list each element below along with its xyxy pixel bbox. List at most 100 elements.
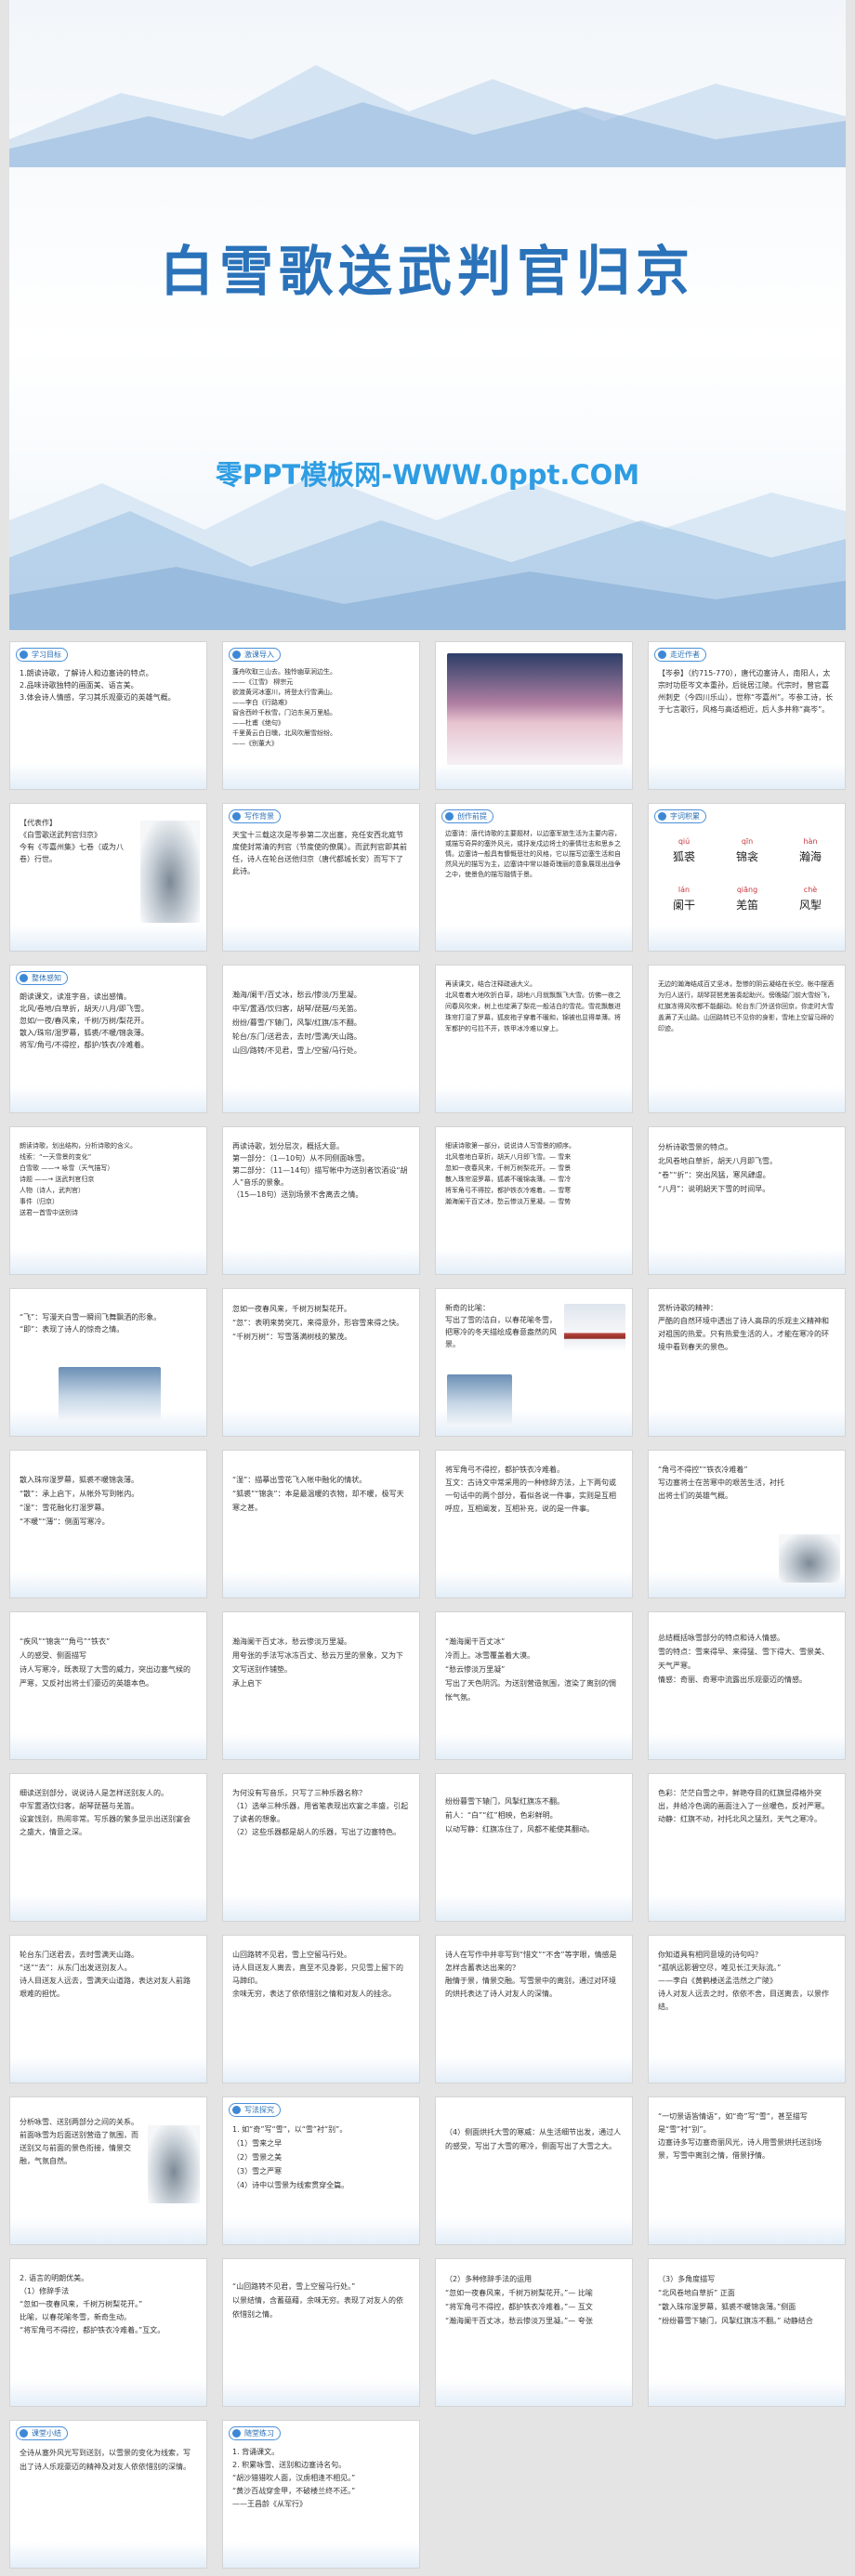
slide-text: “瀚海阑干百丈冰” 冷而上。冰雪覆盖着大漠。 “愁云惨淡万里凝” 写出了天色阴沉… [445,1637,616,1702]
slide-text: 细读送别部分，说说诗人是怎样送别友人的。 中军置酒饮归客，胡琴琵琶与羌笛。 设宴… [20,1789,191,1836]
pinyin: qiāng [736,886,758,894]
slide-thumbnail[interactable]: 写法探究 1. 如“奇”写“雪”，以“雪”衬“别”。 （1）雪来之早 （2）雪景… [222,2096,420,2245]
slide-thumbnail[interactable]: “山回路转不见君，雪上空留马行处。” 以景结情，含蓄蕴藉，余味无穷。表现了对友人… [222,2258,420,2407]
slide-thumbnail[interactable]: 细读诗歌第一部分，说说诗人写雪景的顺序。 北风卷地白草折，胡天八月即飞雪。— 雪… [435,1126,633,1275]
slide-thumbnail[interactable]: 课堂小结 全诗从塞外风光写到送别，以雪景的变化为线索，写出了诗人乐观豪迈的精神及… [9,2420,207,2569]
slide-thumbnail[interactable]: 山回路转不见君，雪上空留马行处。 诗人目送友人离去，直至不见身影，只见雪上留下的… [222,1935,420,2083]
slide-thumbnail[interactable]: 激课导入 蓬舟吹取三山去。独怜幽草涧边生。 ——《江雪》 柳宗元 欲渡黄河冰塞川… [222,641,420,790]
vocab-word: 羌笛 [735,899,758,912]
section-tag: 学习目标 [16,648,68,662]
slide-thumbnail[interactable]: 随堂练习 1. 背诵课文。 2. 积累咏雪、送别和边塞诗名句。 “胡沙猎猎吹人面… [222,2420,420,2569]
slide-text: 1.朗读诗歌，了解诗人和边塞诗的特点。 2.品味诗歌独特的画面美、语言美。 3.… [20,669,176,702]
slide-thumbnail[interactable]: “湿”：描摹出雪花飞入帐中融化的情状。 “狐裘”“锦衾”：本是最温暖的衣物，却不… [222,1450,420,1598]
vocab-word: 狐裘 [672,850,695,863]
title-slide: 白雪歌送武判官归京 零PPT模板网-WWW.0ppt.COM [9,0,846,630]
mountain-top-decoration [9,65,846,167]
slide-text: 1. 背诵课文。 2. 积累咏雪、送别和边塞诗名句。 “胡沙猎猎吹人面，汉虏相逢… [232,2448,356,2508]
slide-thumbnail[interactable]: 再读诗歌，划分层次，概括大意。 第一部分：（1—10句）从不同侧面咏雪。 第二部… [222,1126,420,1275]
slide-text: 纷纷暮雪下辕门，风掣红旗冻不翻。 前人：“白”“红”相映，色彩鲜明。 以动写静：… [445,1797,594,1833]
slide-thumbnail[interactable]: 赏析诗歌的精神： 严酷的自然环境中透出了诗人高昂的乐观主义精神和对祖国的热爱。只… [648,1288,846,1437]
slide-thumbnail[interactable]: 色彩：茫茫白雪之中，鲜艳夺目的红旗显得格外突出，并给冷色调的画面注入了一丝暖色，… [648,1773,846,1922]
slide-thumbnail[interactable]: 无边的瀚海结成百丈坚冰，愁惨的阴云凝结在长空。帐中摆酒为归人送行，胡琴琵琶羌笛奏… [648,965,846,1113]
snow-tree-image [447,1374,512,1426]
slide-thumbnail[interactable]: 瀚海阑干百丈冰，愁云惨淡万里凝。 用夸张的手法写冰冻百丈、愁云万里的景象，又为下… [222,1611,420,1760]
slide-thumbnail[interactable]: 细读送别部分，说说诗人是怎样送别友人的。 中军置酒饮归客，胡琴琵琶与羌笛。 设宴… [9,1773,207,1922]
section-tag: 创作前提 [441,809,493,823]
slide-text: “飞”：写漫天白雪一瞬间飞舞飘洒的形象。 “即”：表现了诗人的惊奇之情。 [20,1313,162,1334]
slide-text: 将军角弓不得控，都护铁衣冷难着。 互文：古诗文中常采用的一种修辞方法，上下两句或… [445,1465,616,1513]
slide-thumbnail[interactable]: 你知道具有相同意境的诗句吗？ “孤帆远影碧空尽，唯见长江天际流。” ——李白《黄… [648,1935,846,2083]
snowfall-image [59,1367,161,1421]
slide-text: 2. 语言的明朗优美。 （1）修辞手法 “忽如一夜春风来，千树万树梨花开。” 比… [20,2274,165,2334]
slide-thumbnail[interactable]: 诗人在写作中并非写到“惜文”“不舍”等字眼，情感是怎样含蓄表达出来的？ 融情于景… [435,1935,633,2083]
slide-thumbnail[interactable]: 总结概括咏雪部分的特点和诗人情感。 雪的特点：雪来得早、来得猛、雪下得大、雪景美… [648,1611,846,1760]
pinyin: qīn [741,837,754,846]
slide-text: 再读诗歌，划分层次，概括大意。 第一部分：（1—10句）从不同侧面咏雪。 第二部… [232,1142,408,1199]
slide-text: 分析咏雪、送别两部分之间的关系。 前面咏雪为后面送别营造了氛围，而送别又与前面的… [20,2118,138,2165]
slide-thumbnail[interactable]: 创作前提 边塞诗：唐代诗歌的主要题材，以边塞军旅生活为主要内容，或描写奇异的塞外… [435,803,633,952]
slide-thumbnail[interactable]: （4）侧面烘托大雪的寒威：从生活细节出发，通过人的感受，写出了大雪的寒冷，侧面写… [435,2096,633,2245]
vocab-word: 瀚海 [798,850,822,863]
slide-thumbnail[interactable]: 2. 语言的明朗优美。 （1）修辞手法 “忽如一夜春风来，千树万树梨花开。” 比… [9,2258,207,2407]
slide-text: （3）多角度描写 “北风卷地白草折” 正面 “散入珠帘湿罗幕，狐裘不暖锦衾薄。”… [658,2275,813,2325]
slide-text: 边塞诗：唐代诗歌的主要题材，以边塞军旅生活为主要内容，或描写奇异的塞外风光，或抒… [445,830,621,878]
slide-text: （4）侧面烘托大雪的寒威：从生活细节出发，通过人的感受，写出了大雪的寒冷，侧面写… [445,2128,622,2150]
slide-text: 再读课文，结合注释疏通大义。 北风卷着大地吹折白草，胡地八月就飘飘飞大雪。仿佛一… [445,980,621,1032]
slide-thumbnail[interactable]: 再读课文，结合注释疏通大义。 北风卷着大地吹折白草，胡地八月就飘飘飞大雪。仿佛一… [435,965,633,1113]
pinyin: hàn [803,837,818,846]
mountain-bottom-decoration [9,474,846,630]
slide-thumbnail[interactable]: 写作背景 天宝十三载这次是岑参第二次出塞，充任安西北庭节度使封常清的判官（节度使… [222,803,420,952]
slide-thumbnail[interactable]: “角弓不得控”“铁衣冷难着” 写边塞将士在苦寒中的艰苦生活，衬托出将士们的英雄气… [648,1450,846,1598]
slide-text: 总结概括咏雪部分的特点和诗人情感。 雪的特点：雪来得早、来得猛、雪下得大、雪景美… [658,1634,829,1684]
slide-text: 散入珠帘湿罗幕，狐裘不暖锦衾薄。 “散”：承上启下，从帐外写到帐内。 “湿”：雪… [20,1476,139,1526]
slide-text: 【岑参】（约715-770），唐代边塞诗人，南阳人，太宗时功臣岑文本重孙，后徙居… [658,669,834,714]
slide-thumbnail[interactable]: 将军角弓不得控，都护铁衣冷难着。 互文：古诗文中常采用的一种修辞方法，上下两句或… [435,1450,633,1598]
slide-thumbnail[interactable]: （3）多角度描写 “北风卷地白草折” 正面 “散入珠帘湿罗幕，狐裘不暖锦衾薄。”… [648,2258,846,2407]
slide-thumbnail[interactable]: 为何没有写音乐，只写了三种乐器名称？ （1）选举三种乐器，用省笔表现出欢宴之丰盛… [222,1773,420,1922]
slide-text: 轮台东门送君去，去时雪满天山路。 “送”“去”：从东门出发送别友人。 诗人目送友… [20,1951,191,1998]
slide-text: 无边的瀚海结成百丈坚冰，愁惨的阴云凝结在长空。帐中摆酒为归人送行，胡琴琵琶羌笛奏… [658,980,834,1032]
snow-mountain-image [447,653,623,765]
slide-thumbnail[interactable]: 轮台东门送君去，去时雪满天山路。 “送”“去”：从东门出发送别友人。 诗人目送友… [9,1935,207,2083]
slide-thumbnail[interactable]: “飞”：写漫天白雪一瞬间飞舞飘洒的形象。 “即”：表现了诗人的惊奇之情。 [9,1288,207,1437]
ink-landscape-image [779,1534,840,1583]
slide-thumbnail[interactable]: “瀚海阑干百丈冰” 冷而上。冰雪覆盖着大漠。 “愁云惨淡万里凝” 写出了天色阴沉… [435,1611,633,1760]
section-tag: 走近作者 [654,648,706,662]
vocab-word: 锦衾 [735,850,758,863]
section-tag: 整体感知 [16,971,68,985]
slide-text: 全诗从塞外风光写到送别，以雪景的变化为线索，写出了诗人乐观豪迈的精神及对友人依依… [20,2449,191,2471]
slide-text: 你知道具有相同意境的诗句吗？ “孤帆远影碧空尽，唯见长江天际流。” ——李白《黄… [658,1951,829,2011]
hero-subtitle: 零PPT模板网-WWW.0ppt.COM [215,459,640,491]
slide-thumbnail[interactable] [435,641,633,790]
slide-text: 赏析诗歌的精神： 严酷的自然环境中透出了诗人高昂的乐观主义精神和对祖国的热爱。只… [658,1304,829,1351]
slide-text: 1. 如“奇”写“雪”，以“雪”衬“别”。 （1）雪来之早 （2）雪景之美 （3… [232,2125,349,2189]
pinyin: qiú [677,837,691,846]
slide-thumbnail[interactable]: 字词积累 qiú 狐裘 qīn 锦衾 hàn 瀚海 lán 阑干 qiāng 羌… [648,803,846,952]
slide-thumbnail[interactable]: 学习目标 1.朗读诗歌，了解诗人和边塞诗的特点。 2.品味诗歌独特的画面美、语言… [9,641,207,790]
section-tag: 随堂练习 [229,2426,281,2440]
slide-thumbnail[interactable]: 走近作者 【岑参】（约715-770），唐代边塞诗人，南阳人，太宗时功臣岑文本重… [648,641,846,790]
slide-text: “一切景语皆情语”，如“奇”写“雪”，甚至描写是“雪”衬“别”。 边塞诗多写边塞… [658,2112,822,2160]
slide-thumbnail[interactable]: 【代表作】 《白雪歌送武判官归京》 今有《岑嘉州集》七卷（或为八卷）行世。 [9,803,207,952]
vocab-word: 阑干 [672,899,695,912]
hero-title: 白雪歌送武判官归京 [159,240,695,303]
pinyin: chè [803,886,818,894]
slide-thumbnail[interactable]: 分析咏雪、送别两部分之间的关系。 前面咏雪为后面送别营造了氛围，而送别又与前面的… [9,2096,207,2245]
slide-text: 蓬舟吹取三山去。独怜幽草涧边生。 ——《江雪》 柳宗元 欲渡黄河冰塞川，将登太行… [232,668,336,747]
section-tag: 写法探究 [229,2103,281,2117]
slide-thumbnail[interactable]: 新奇的比喻： 写出了雪的洁白，以春花喻冬雪，把寒冷的冬天描绘成春意盎然的风景。 [435,1288,633,1437]
slide-text: 色彩：茫茫白雪之中，鲜艳夺目的红旗显得格外突出，并给冷色调的画面注入了一丝暖色，… [658,1789,829,1823]
slide-thumbnail[interactable]: “一切景语皆情语”，如“奇”写“雪”，甚至描写是“雪”衬“别”。 边塞诗多写边塞… [648,2096,846,2245]
slide-thumbnail[interactable]: 瀚海/阑干/百丈冰，愁云/惨淡/万里凝。 中军/置酒/饮归客，胡琴/琵琶/与羌笛… [222,965,420,1113]
section-tag: 激课导入 [229,648,281,662]
slide-thumbnail[interactable]: 朗读诗歌，划出结构，分析诗歌的含义。 线索：“一天雪景的变化” 白雪歌 ——→ … [9,1126,207,1275]
slide-thumbnail[interactable]: 散入珠帘湿罗幕，狐裘不暖锦衾薄。 “散”：承上启下，从帐外写到帐内。 “湿”：雪… [9,1450,207,1598]
slide-thumbnail[interactable]: 分析诗歌雪景的特点。 北风卷地白草折，胡天八月即飞雪。 “卷”“折”：突出风猛，… [648,1126,846,1275]
slide-thumbnail[interactable]: （2）多种修辞手法的运用 “忽如一夜春风来，千树万树梨花开。”— 比喻 “将军角… [435,2258,633,2407]
slide-thumbnail[interactable]: 整体感知 朗读课文，读准字音，读出感情。 北风/卷地/白草折，胡天/八月/即飞雪… [9,965,207,1113]
slide-text: “山回路转不见君，雪上空留马行处。” 以景结情，含蓄蕴藉，余味无穷。表现了对友人… [232,2282,403,2319]
slide-thumbnail[interactable]: “疾风”“锦衾”“角弓”“铁衣” 人的感受、侧面描写 诗人写寒冷，既表现了大雪的… [9,1611,207,1760]
slide-thumbnail[interactable]: 忽如一夜春风来，千树万树梨花开。 “忽”：表明来势突兀，来得意外，形容雪来得之快… [222,1288,420,1437]
snow-village-image [564,1304,625,1352]
slide-thumbnail[interactable]: 纷纷暮雪下辕门，风掣红旗冻不翻。 前人：“白”“红”相映，色彩鲜明。 以动写静：… [435,1773,633,1922]
